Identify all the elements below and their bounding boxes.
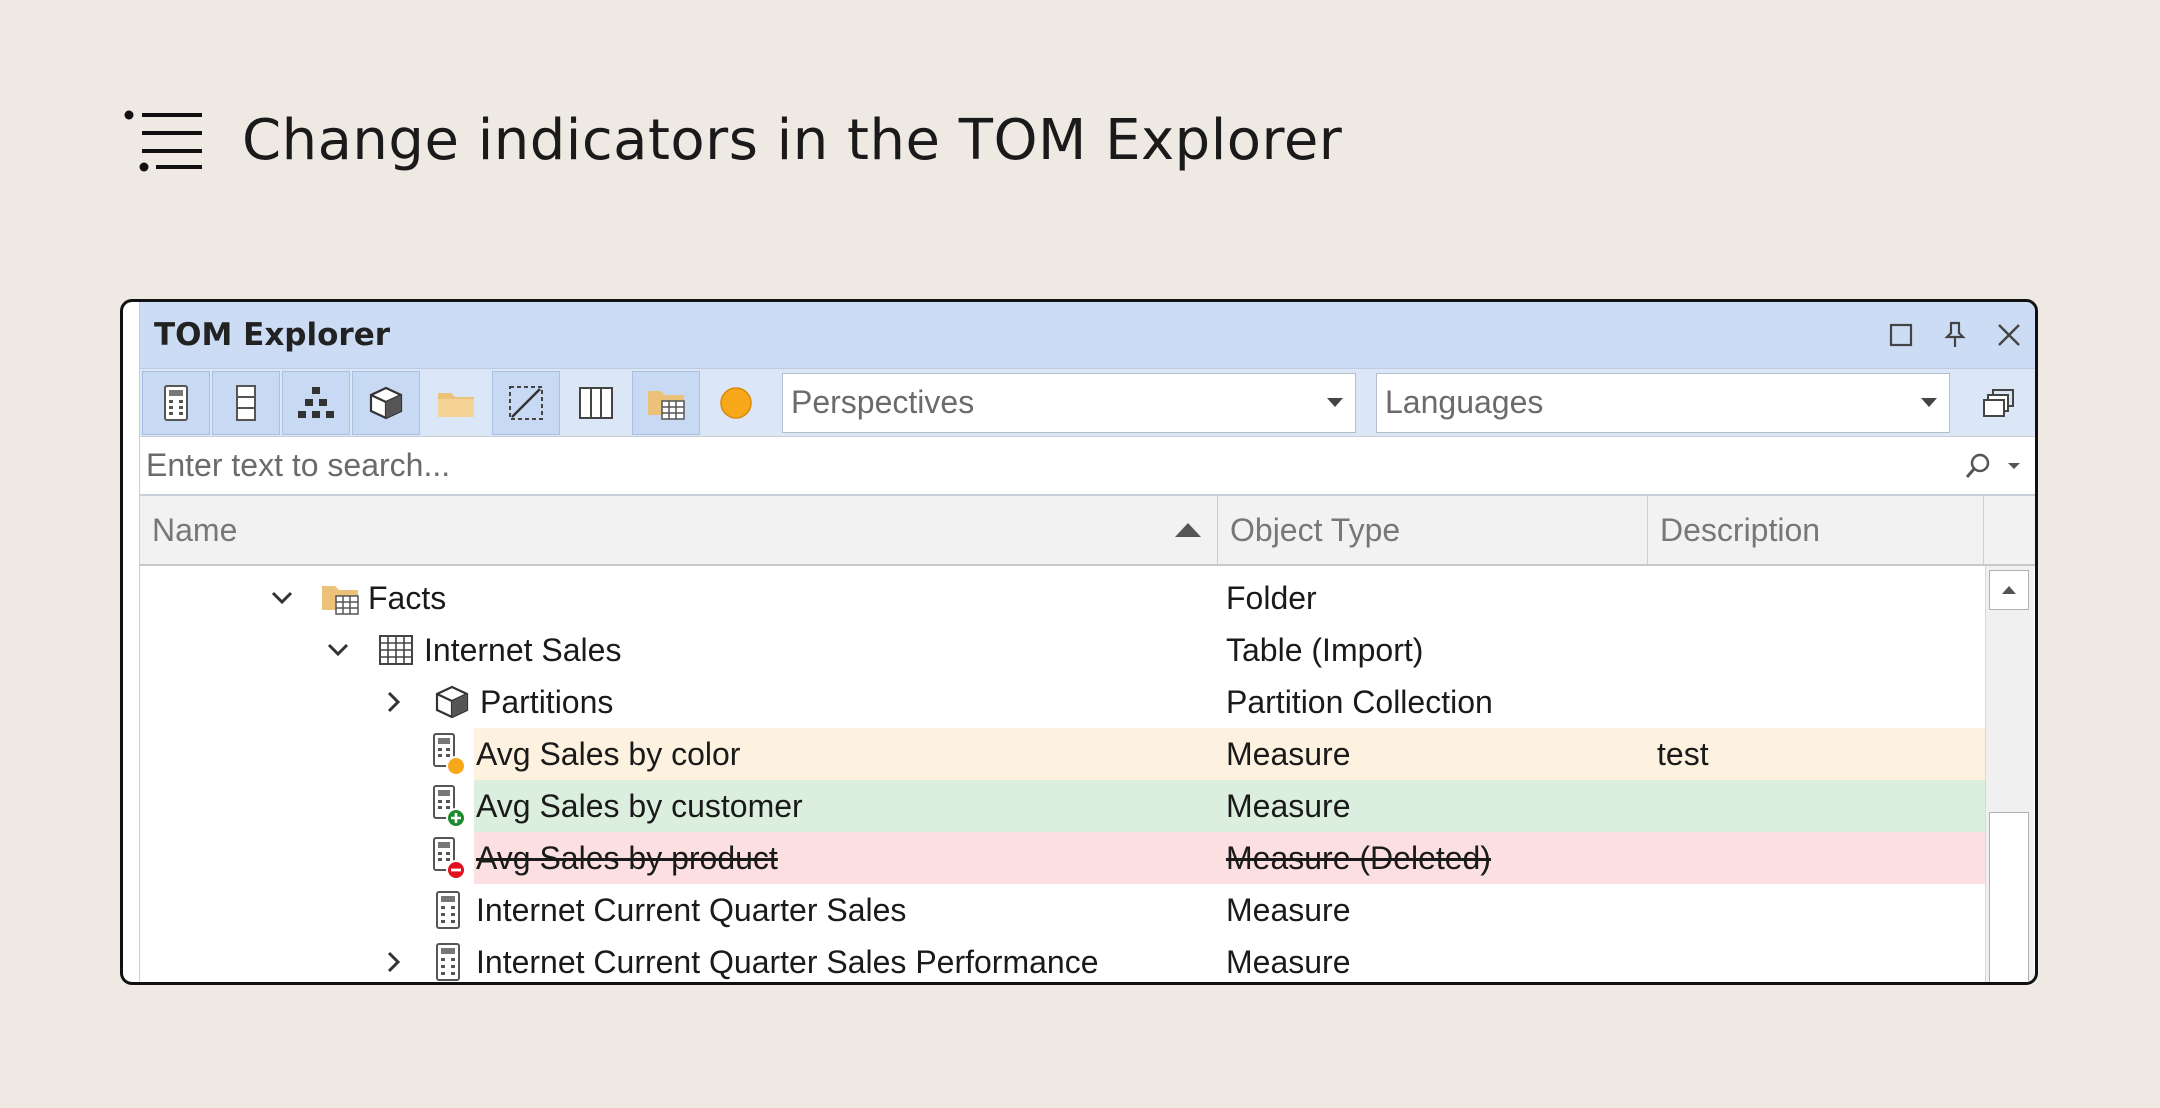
chevron-up-icon bbox=[2002, 586, 2016, 594]
folder-icon bbox=[438, 392, 474, 417]
column-header-spacer bbox=[1984, 496, 2034, 564]
show-changes-button[interactable] bbox=[702, 371, 770, 435]
folder-table-icon bbox=[648, 390, 685, 420]
table-row-modified[interactable]: Avg Sales by color Measure test bbox=[140, 728, 1985, 780]
table-row[interactable]: Partitions Partition Collection bbox=[140, 676, 1985, 728]
row-name: Internet Sales bbox=[424, 631, 622, 668]
window-title: TOM Explorer bbox=[154, 317, 391, 353]
show-partitions-button[interactable] bbox=[352, 370, 420, 435]
table-row[interactable]: Internet Current Quarter Sales Performan… bbox=[140, 936, 1985, 982]
page-heading: Change indicators in the TOM Explorer bbox=[124, 100, 1342, 180]
row-name: Avg Sales by customer bbox=[476, 787, 803, 824]
search-input[interactable]: Enter text to search... bbox=[146, 447, 450, 484]
show-columns-button[interactable] bbox=[212, 370, 280, 435]
column-header-object-type-label: Object Type bbox=[1230, 511, 1401, 548]
column-header-description[interactable]: Description bbox=[1648, 496, 1984, 564]
show-folders-button[interactable] bbox=[422, 371, 490, 435]
maximize-icon bbox=[1889, 323, 1913, 347]
list-icon bbox=[124, 110, 202, 172]
show-hierarchies-button[interactable] bbox=[282, 370, 350, 435]
pin-icon bbox=[1944, 321, 1966, 347]
measure-modified-icon bbox=[426, 732, 470, 776]
chevron-down-icon bbox=[1327, 398, 1343, 407]
row-name: Avg Sales by product bbox=[476, 839, 778, 876]
languages-dropdown[interactable]: Languages bbox=[1376, 372, 1950, 433]
close-button[interactable] bbox=[1982, 308, 2035, 362]
row-type: Measure (Deleted) bbox=[1226, 839, 1491, 876]
sort-ascending-icon bbox=[1175, 523, 1201, 537]
calculator-icon bbox=[426, 940, 470, 982]
restore-windows-button[interactable] bbox=[1974, 371, 2024, 435]
column-header-object-type[interactable]: Object Type bbox=[1218, 496, 1648, 564]
measure-deleted-icon bbox=[426, 836, 470, 880]
table-row-added[interactable]: Avg Sales by customer Measure bbox=[140, 780, 1985, 832]
vertical-scrollbar[interactable] bbox=[1985, 566, 2034, 982]
pin-button[interactable] bbox=[1928, 308, 1982, 362]
maximize-button[interactable] bbox=[1874, 308, 1928, 362]
chevron-right-icon[interactable] bbox=[380, 948, 408, 976]
cube-icon bbox=[430, 680, 474, 724]
column-header-name-label: Name bbox=[152, 511, 238, 548]
row-type: Partition Collection bbox=[1226, 683, 1493, 720]
row-description: test bbox=[1657, 735, 1709, 772]
table-row[interactable]: Facts Folder bbox=[140, 572, 1985, 624]
windows-icon bbox=[1983, 388, 2014, 417]
column-icon bbox=[236, 384, 256, 421]
perspectives-dropdown[interactable]: Perspectives bbox=[782, 372, 1356, 433]
row-type: Measure bbox=[1226, 735, 1351, 772]
row-type: Folder bbox=[1226, 579, 1317, 616]
page-title: Change indicators in the TOM Explorer bbox=[242, 107, 1343, 173]
explorer-toolbar: Perspectives Languages bbox=[140, 368, 2035, 436]
table-row[interactable]: Internet Sales Table (Import) bbox=[140, 624, 1985, 676]
measure-added-icon bbox=[426, 784, 470, 828]
show-measures-button[interactable] bbox=[142, 370, 210, 435]
perspectives-value: Perspectives bbox=[791, 384, 975, 420]
hidden-objects-icon bbox=[509, 385, 543, 420]
hierarchy-icon bbox=[298, 386, 334, 418]
table-row[interactable]: Internet Current Quarter Sales Measure bbox=[140, 884, 1985, 936]
column-header-description-label: Description bbox=[1660, 511, 1821, 548]
tom-explorer-window: TOM Explorer Perspectives Languages Ente… bbox=[120, 299, 2038, 985]
row-name: Internet Current Quarter Sales Performan… bbox=[476, 943, 1099, 980]
calculator-icon bbox=[426, 888, 470, 932]
window-titlebar: TOM Explorer bbox=[140, 302, 2035, 368]
scrollbar-thumb[interactable] bbox=[1989, 812, 2029, 982]
column-view-button[interactable] bbox=[562, 371, 630, 435]
chevron-down-icon bbox=[1921, 398, 1937, 407]
row-type: Measure bbox=[1226, 943, 1351, 980]
chevron-down-icon[interactable] bbox=[324, 636, 352, 664]
column-header-name[interactable]: Name bbox=[140, 496, 1218, 564]
row-type: Table (Import) bbox=[1226, 631, 1424, 668]
search-bar: Enter text to search... bbox=[140, 436, 2035, 496]
column-header-row: Name Object Type Description bbox=[140, 496, 2035, 566]
row-name: Facts bbox=[368, 579, 447, 616]
scroll-up-button[interactable] bbox=[1989, 570, 2029, 610]
row-type: Measure bbox=[1226, 787, 1351, 824]
calculator-icon bbox=[164, 384, 188, 421]
search-icon[interactable] bbox=[1964, 452, 1992, 480]
chevron-down-icon[interactable] bbox=[2006, 460, 2022, 472]
table-row-deleted[interactable]: Avg Sales by product Measure (Deleted) bbox=[140, 832, 1985, 884]
change-indicator-icon bbox=[720, 386, 752, 419]
languages-value: Languages bbox=[1385, 384, 1544, 420]
show-hidden-button[interactable] bbox=[492, 370, 560, 435]
display-folders-button[interactable] bbox=[632, 370, 700, 435]
tree-list: Facts Folder Internet Sales Table (Impor… bbox=[140, 566, 2035, 982]
cube-icon bbox=[369, 386, 403, 419]
columns-view-icon bbox=[579, 386, 613, 419]
row-name: Partitions bbox=[480, 683, 614, 720]
chevron-down-icon[interactable] bbox=[268, 584, 296, 612]
row-type: Measure bbox=[1226, 891, 1351, 928]
row-name: Avg Sales by color bbox=[476, 735, 741, 772]
folder-table-icon bbox=[318, 576, 362, 620]
close-icon bbox=[1998, 324, 2020, 346]
chevron-right-icon[interactable] bbox=[380, 688, 408, 716]
table-icon bbox=[374, 628, 418, 672]
row-name: Internet Current Quarter Sales bbox=[476, 891, 907, 928]
